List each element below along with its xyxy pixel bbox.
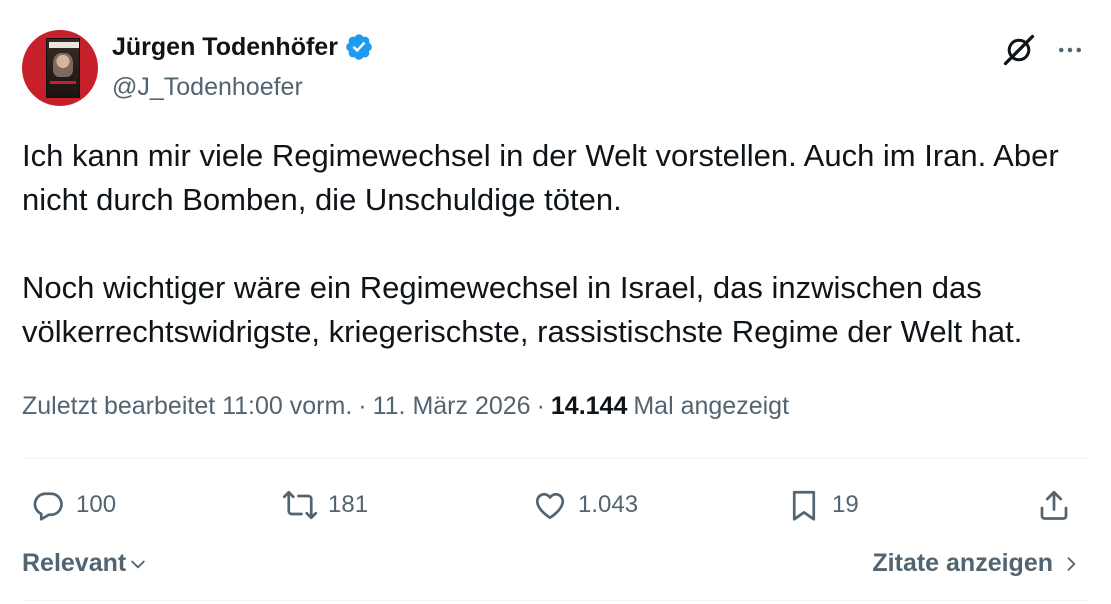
meta-separator: · bbox=[536, 392, 545, 420]
share-button[interactable] bbox=[1036, 482, 1072, 528]
views-count: 14.144 bbox=[550, 392, 628, 420]
tweet-paragraph: Ich kann mir viele Regimewechsel in der … bbox=[22, 138, 1059, 217]
like-icon bbox=[535, 492, 565, 520]
reply-count: 100 bbox=[76, 491, 117, 518]
sort-replies-dropdown[interactable]: Relevant bbox=[22, 549, 148, 578]
more-icon[interactable] bbox=[1055, 35, 1085, 65]
views-label: Mal angezeigt bbox=[633, 392, 790, 420]
repost-icon bbox=[282, 490, 318, 520]
avatar-book-image bbox=[46, 38, 80, 98]
divider bbox=[22, 600, 1089, 601]
divider bbox=[22, 458, 1089, 459]
edited-label[interactable]: Zuletzt bearbeitet 11:00 vorm. bbox=[22, 392, 352, 421]
avatar[interactable] bbox=[22, 30, 98, 106]
chevron-down-icon bbox=[131, 560, 145, 568]
sort-label: Relevant bbox=[22, 549, 127, 577]
verified-badge-icon bbox=[346, 34, 372, 60]
tweet-date[interactable]: 11. März 2026 bbox=[373, 392, 531, 421]
quotes-label: Zitate anzeigen bbox=[872, 549, 1053, 577]
action-bar: 100 181 1.043 19 bbox=[30, 482, 1080, 528]
like-count: 1.043 bbox=[578, 491, 639, 518]
author-name[interactable]: Jürgen Todenhöfer bbox=[112, 32, 374, 62]
chevron-right-icon bbox=[1067, 556, 1076, 571]
header-actions bbox=[1001, 32, 1085, 68]
tweet-text: Ich kann mir viele Regimewechsel in der … bbox=[22, 134, 1092, 354]
tweet-card: Jürgen Todenhöfer @J_Todenhoefer Ich kan… bbox=[0, 0, 1111, 604]
view-quotes-link[interactable]: Zitate anzeigen bbox=[872, 549, 1081, 578]
grok-icon[interactable] bbox=[1001, 32, 1037, 68]
tweet-meta: Zuletzt bearbeitet 11:00 vorm. · 11. Mär… bbox=[22, 392, 789, 421]
repost-button[interactable]: 181 bbox=[282, 482, 368, 528]
share-icon bbox=[1040, 490, 1068, 520]
reply-icon bbox=[33, 492, 63, 521]
meta-separator: · bbox=[358, 392, 367, 420]
reply-button[interactable]: 100 bbox=[30, 482, 116, 528]
tweet-paragraph: Noch wichtiger wäre ein Regimewechsel in… bbox=[22, 270, 1023, 349]
bookmark-icon bbox=[792, 490, 816, 521]
author-name-text[interactable]: Jürgen Todenhöfer bbox=[112, 33, 338, 62]
repost-count: 181 bbox=[328, 491, 369, 518]
like-button[interactable]: 1.043 bbox=[532, 482, 638, 528]
author-handle[interactable]: @J_Todenhoefer bbox=[112, 73, 303, 102]
bookmark-button[interactable]: 19 bbox=[786, 482, 859, 528]
bookmark-count: 19 bbox=[832, 491, 859, 518]
